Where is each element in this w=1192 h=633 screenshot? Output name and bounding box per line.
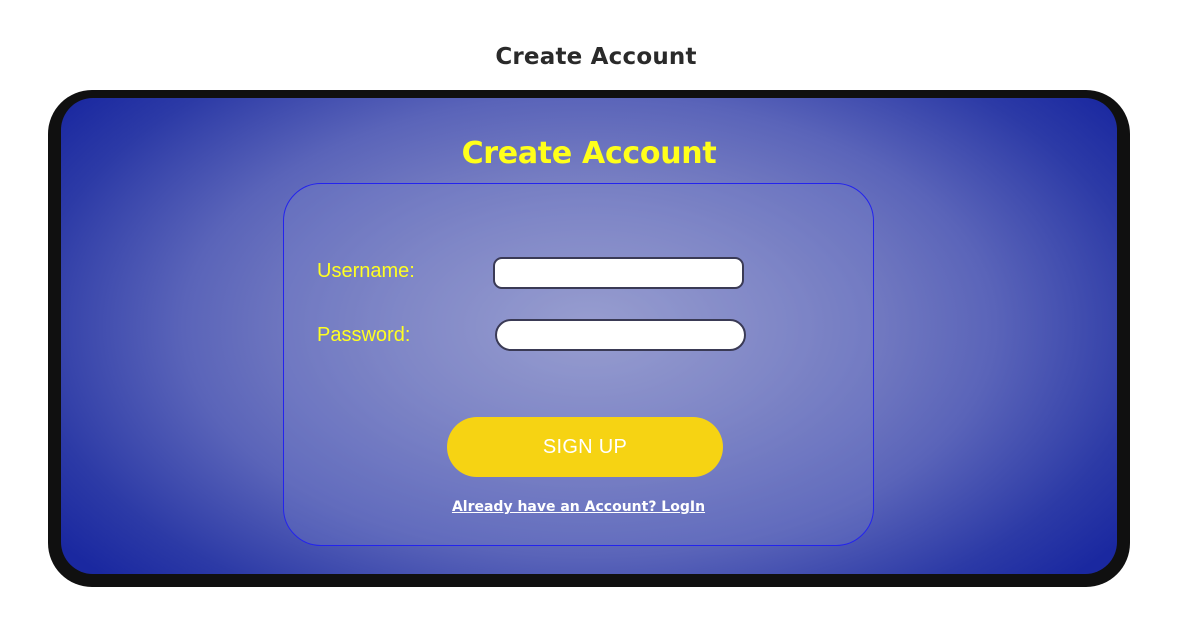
password-label: Password: — [317, 324, 411, 346]
app-title: Create Account — [461, 136, 717, 171]
signup-form-card: Username: Password: SIGN UP Already have… — [283, 183, 874, 546]
username-input[interactable] — [493, 257, 744, 289]
username-label: Username: — [317, 260, 415, 282]
device-frame: Create Account Username: Password: SIGN … — [48, 90, 1130, 587]
page-title: Create Account — [495, 44, 697, 70]
password-input[interactable] — [495, 319, 746, 351]
login-link[interactable]: Already have an Account? LogIn — [284, 499, 873, 515]
signup-button[interactable]: SIGN UP — [447, 417, 723, 477]
app-screen: Create Account Username: Password: SIGN … — [61, 98, 1117, 574]
